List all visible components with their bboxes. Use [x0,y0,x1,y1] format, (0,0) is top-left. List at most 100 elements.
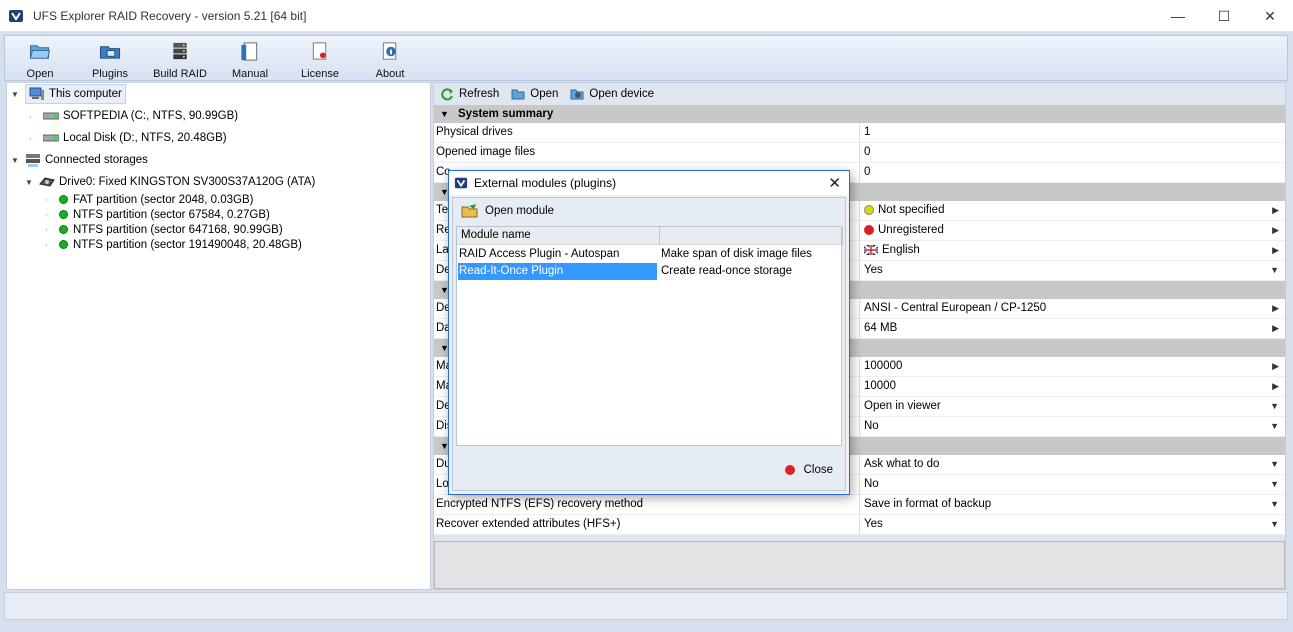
manual-button[interactable]: Manual [215,36,285,80]
property-value: 0 [864,166,871,178]
device-icon [570,89,584,100]
open-label: Open [26,68,54,80]
status-red-icon [864,225,874,235]
expand-arrow-icon[interactable]: ▶ [1272,225,1279,236]
open-button[interactable]: Open [5,36,75,80]
raid-stack-icon [173,42,187,60]
property-row[interactable]: Encrypted NTFS (EFS) recovery method Save… [434,495,1285,515]
tree-label-connected-storages: Connected storages [45,154,148,166]
property-row[interactable]: Opened image files 0 [434,143,1285,163]
modules-list: Module name RAID Access Plugin - Autospa… [456,226,843,446]
window-title: UFS Explorer RAID Recovery - version 5.2… [33,8,307,23]
plugins-icon [99,46,121,59]
property-row[interactable]: Recover extended attributes (HFS+) Yes ▼ [434,515,1285,535]
property-value: 1 [864,126,871,138]
status-bar [4,592,1288,620]
column-header-description[interactable] [660,227,843,245]
modules-list-header: Module name [457,227,843,245]
open-file-button[interactable]: Open [511,87,558,101]
expand-arrow-icon[interactable]: ▶ [1272,361,1279,372]
expand-arrow-icon[interactable]: ▶ [1272,205,1279,216]
dialog-body: Open module Module name RAID Access Plug… [452,197,846,491]
plugins-dialog: External modules (plugins) ✕ Open module… [448,170,850,495]
tree-node-disk-c[interactable]: › SOFTPEDIA (C:, NTFS, 90.99GB) [29,106,238,126]
property-name: Te [436,204,449,216]
dropdown-arrow-icon[interactable]: ▼ [1270,499,1279,509]
open-label: Open [530,88,559,100]
expand-arrow-icon[interactable]: ▶ [1272,323,1279,334]
section-title: System summary [458,108,554,120]
folder-open-icon [29,45,51,59]
tree-node-partition[interactable]: › NTFS partition (sector 191490048, 20.4… [45,236,302,253]
manual-book-icon [241,42,258,61]
refresh-button[interactable]: Refresh [440,87,499,101]
property-value: 0 [864,146,871,158]
property-name: Recover extended attributes (HFS+) [436,518,621,530]
close-icon[interactable]: ✕ [828,174,841,192]
build-raid-label: Build RAID [153,68,207,80]
property-value: Open in viewer [864,400,941,412]
dialog-title: External modules (plugins) [474,176,617,190]
plugins-button[interactable]: Plugins [75,36,145,80]
partition-status-icon [59,240,68,249]
about-button[interactable]: About [355,36,425,80]
expand-arrow-icon[interactable]: ▶ [1272,245,1279,256]
about-info-icon [382,42,397,60]
collapse-arrow-icon[interactable]: ▼ [11,156,21,165]
minimize-button[interactable]: — [1155,0,1201,32]
property-value: 100000 [864,360,903,372]
open-module-icon [461,204,478,218]
open-device-button[interactable]: Open device [570,87,654,101]
tree-label-partition: NTFS partition (sector 647168, 90.99GB) [73,223,283,236]
close-window-button[interactable]: ✕ [1247,0,1293,32]
section-header-system-summary[interactable]: ▼ System summary [434,105,1285,123]
dropdown-arrow-icon[interactable]: ▼ [1270,401,1279,411]
tree-node-this-computer[interactable]: ▼ This computer [11,84,126,104]
expand-arrow-icon[interactable]: ▶ [1272,381,1279,392]
open-module-label: Open module [485,205,555,217]
tree-node-disk-d[interactable]: › Local Disk (D:, NTFS, 20.48GB) [29,128,227,148]
title-bar: UFS Explorer RAID Recovery - version 5.2… [0,0,1293,32]
hard-drive-icon [43,112,59,120]
uk-flag-icon [864,245,878,255]
dropdown-arrow-icon[interactable]: ▼ [1270,479,1279,489]
tree-node-connected-storages[interactable]: ▼ Connected storages [11,150,148,170]
disk-drive-icon [39,177,55,187]
property-value: 10000 [864,380,896,392]
tree-label-partition: NTFS partition (sector 67584, 0.27GB) [73,208,270,221]
license-button[interactable]: License [285,36,355,80]
maximize-button[interactable]: ☐ [1201,0,1247,32]
tree-node-drive0[interactable]: ▼ Drive0: Fixed KINGSTON SV300S37A120G (… [25,172,315,192]
property-name: Encrypted NTFS (EFS) recovery method [436,498,644,510]
column-header-module-name[interactable]: Module name [457,227,660,245]
dropdown-arrow-icon[interactable]: ▼ [1270,459,1279,469]
collapse-arrow-icon[interactable]: ▼ [25,178,35,187]
license-label: License [301,68,339,80]
property-name: Opened image files [436,146,536,158]
partition-status-icon [59,195,68,204]
tree-label-disk-d: Local Disk (D:, NTFS, 20.48GB) [63,132,227,144]
storage-tree-panel: ▼ This computer › SOFTPEDIA (C:, NTFS, 9… [6,82,431,590]
property-value: No [864,420,879,432]
dropdown-arrow-icon[interactable]: ▼ [1270,421,1279,431]
dropdown-arrow-icon[interactable]: ▼ [1270,519,1279,529]
tree-label-partition: NTFS partition (sector 191490048, 20.48G… [73,238,302,251]
plugins-label: Plugins [91,68,129,80]
build-raid-button[interactable]: Build RAID [145,36,215,80]
module-description: Make span of disk image files [661,248,812,260]
property-row[interactable]: Physical drives 1 [434,123,1285,143]
property-name: Physical drives [436,126,513,138]
list-item[interactable]: Read-It-Once Plugin Create read-once sto… [457,263,841,280]
collapse-arrow-icon[interactable]: ▼ [11,90,21,99]
dropdown-arrow-icon[interactable]: ▼ [1270,265,1279,275]
property-name: Lo [436,478,449,490]
collapse-arrow-icon[interactable]: ▼ [434,109,458,119]
expand-arrow-icon[interactable]: ▶ [1272,303,1279,314]
hard-drive-icon [43,134,59,142]
open-module-button[interactable]: Open module [453,198,845,224]
properties-toolbar: Refresh Open Open device [434,83,1285,105]
property-value: ANSI - Central European / CP-1250 [864,302,1047,314]
close-button[interactable]: Close [784,464,833,476]
list-item[interactable]: RAID Access Plugin - Autospan Make span … [457,246,841,263]
module-name: Read-It-Once Plugin [458,263,657,280]
